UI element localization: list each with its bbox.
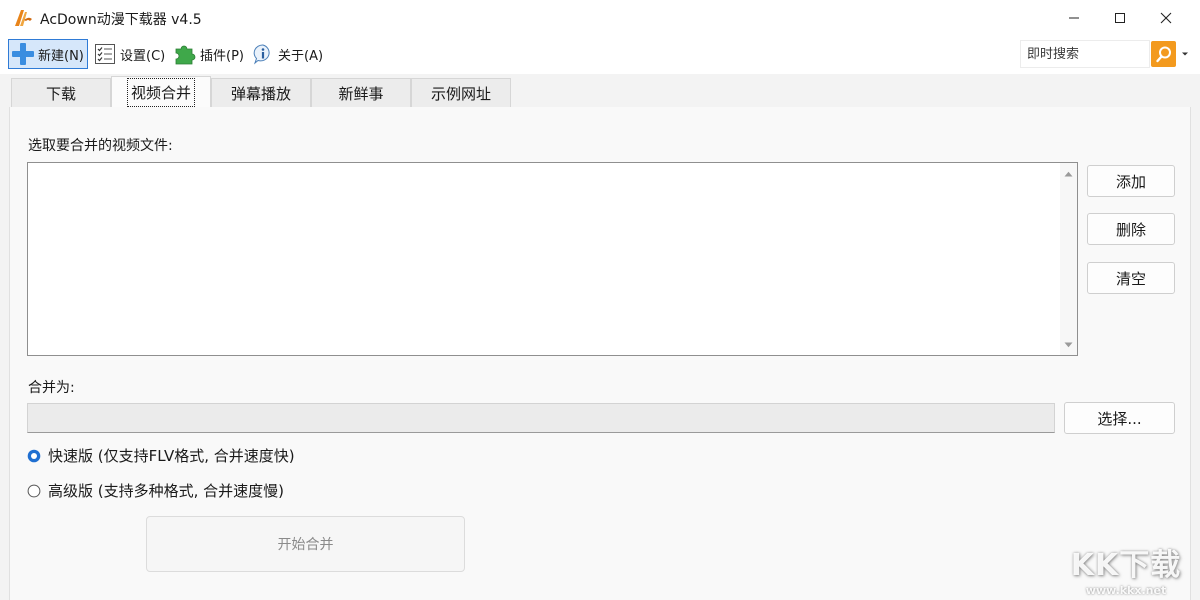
clear-button[interactable]: 清空: [1087, 262, 1175, 294]
tab-strip: 下载 视频合并 弹幕播放 新鲜事 示例网址: [0, 74, 1200, 107]
file-list-scrollbar[interactable]: [1060, 163, 1077, 355]
delete-button[interactable]: 删除: [1087, 213, 1175, 245]
watermark-main-text: KK下载: [1070, 548, 1182, 583]
start-merge-button[interactable]: 开始合并: [146, 516, 465, 572]
new-menu-item[interactable]: 新建(N): [8, 39, 88, 69]
settings-menu-label: 设置(C): [120, 48, 166, 64]
new-menu-label: 新建(N): [38, 48, 84, 64]
tab-label: 弹幕播放: [230, 84, 291, 103]
window-title: AcDown动漫下载器 v4.5: [40, 12, 202, 28]
search-icon: [1155, 46, 1171, 63]
tab-label: 视频合并: [126, 77, 196, 107]
chevron-down-icon: [1182, 52, 1188, 56]
plus-icon: [10, 41, 36, 67]
close-icon: [1160, 12, 1172, 24]
merge-as-label: 合并为:: [28, 380, 75, 396]
tab-label: 下载: [45, 84, 76, 103]
scroll-down-button[interactable]: [1060, 336, 1077, 353]
menu-bar: 新建(N) 设置(C) 插件(P) 关于(A) 即时搜索: [0, 36, 1200, 74]
tab-example-urls[interactable]: 示例网址: [411, 78, 511, 107]
add-button[interactable]: 添加: [1087, 165, 1175, 197]
minimize-button[interactable]: [1051, 0, 1097, 36]
select-files-label: 选取要合并的视频文件:: [28, 138, 173, 154]
radio-unselected-icon: [27, 484, 41, 498]
advanced-mode-label: 高级版 (支持多种格式, 合并速度慢): [48, 482, 285, 500]
arrow-down-icon: [1064, 342, 1073, 347]
choose-button[interactable]: 选择...: [1064, 402, 1175, 434]
title-bar: AcDown动漫下载器 v4.5: [0, 0, 1200, 36]
file-list[interactable]: [27, 162, 1078, 356]
tab-download[interactable]: 下载: [11, 78, 111, 107]
app-logo-icon: [13, 8, 33, 28]
close-button[interactable]: [1143, 0, 1189, 36]
maximize-icon: [1115, 13, 1125, 23]
advanced-mode-radio[interactable]: 高级版 (支持多种格式, 合并速度慢): [27, 480, 284, 501]
tab-danmaku-play[interactable]: 弹幕播放: [211, 78, 311, 107]
puzzle-icon: [172, 41, 198, 67]
plugins-menu-label: 插件(P): [200, 48, 244, 64]
arrow-up-icon: [1064, 171, 1073, 176]
tab-label: 示例网址: [430, 84, 491, 103]
output-path-field[interactable]: [27, 403, 1055, 433]
search-dropdown-button[interactable]: [1179, 47, 1191, 61]
maximize-button[interactable]: [1097, 0, 1143, 36]
watermark-sub-text: www.kkx.net: [1085, 584, 1167, 597]
about-menu-item[interactable]: 关于(A): [250, 39, 323, 69]
search-input[interactable]: [1020, 40, 1150, 68]
settings-menu-item[interactable]: 设置(C): [92, 39, 165, 69]
plugins-menu-item[interactable]: 插件(P): [172, 39, 244, 69]
app-window: AcDown动漫下载器 v4.5 新建(N) 设置(C) 插件(P) 关于(A)…: [0, 0, 1200, 600]
tab-label: 新鲜事: [338, 84, 384, 103]
watermark: KK下载 www.kkx.net: [1052, 540, 1200, 600]
about-menu-label: 关于(A): [278, 48, 324, 64]
radio-selected-icon: [27, 449, 41, 463]
fast-mode-radio[interactable]: 快速版 (仅支持FLV格式, 合并速度快): [27, 445, 295, 466]
tab-news[interactable]: 新鲜事: [311, 78, 411, 107]
search-button[interactable]: [1151, 41, 1176, 67]
scroll-up-button[interactable]: [1060, 165, 1077, 182]
checklist-icon: [92, 41, 118, 67]
tab-video-merge[interactable]: 视频合并: [111, 76, 211, 107]
info-icon: [250, 41, 276, 67]
fast-mode-label: 快速版 (仅支持FLV格式, 合并速度快): [48, 447, 295, 465]
minimize-icon: [1069, 17, 1079, 19]
